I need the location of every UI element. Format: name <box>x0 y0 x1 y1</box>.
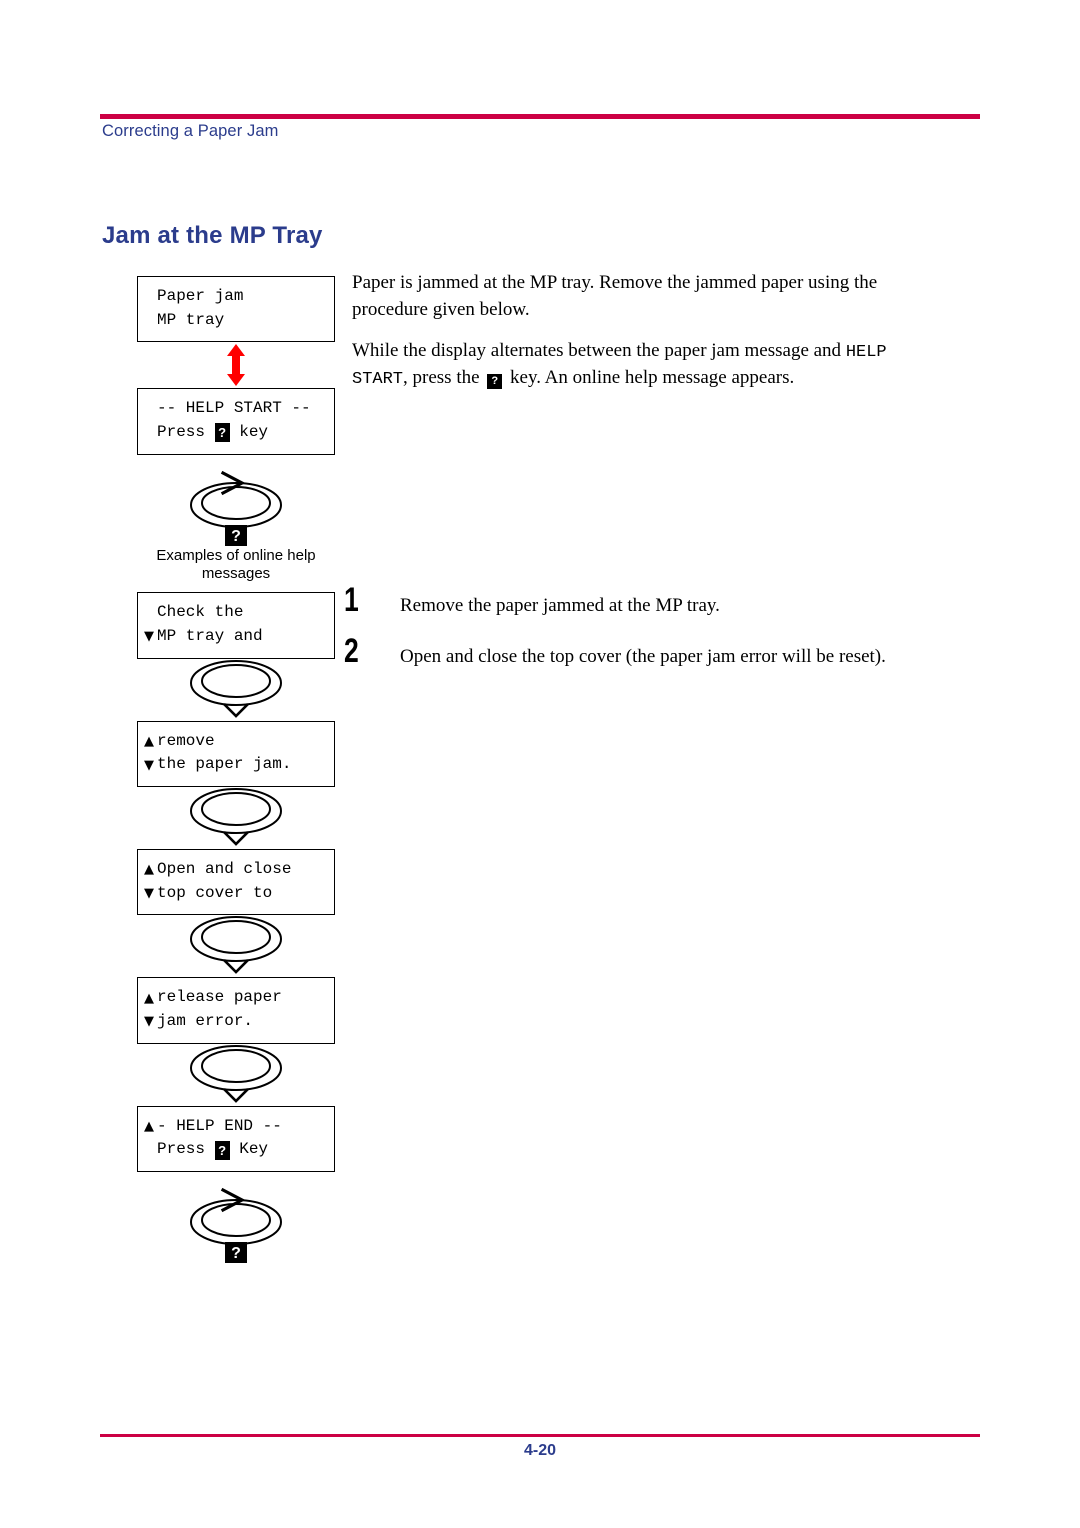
help-instruction-paragraph: While the display alternates between the… <box>352 338 952 392</box>
scroll-down-marker-icon: ▼ <box>144 629 154 645</box>
lcd-display-help-start: -- HELP START -- Press ? key <box>137 388 335 455</box>
key-button-icon: ? <box>190 1187 282 1263</box>
scroll-up-marker-icon: ▲ <box>144 1118 154 1134</box>
lcd-display-open-close-cover: ▲ Open and close ▼ top cover to <box>137 848 335 916</box>
page-number: 4-20 <box>523 1442 557 1459</box>
lcd-line: MP tray <box>138 309 334 333</box>
question-key-icon: ? <box>214 423 230 443</box>
step-item: 1 Remove the paper jammed at the MP tray… <box>344 581 964 619</box>
help-key-illustration: ? <box>137 1172 335 1264</box>
svg-text:?: ? <box>231 528 241 545</box>
next-message-key-illustration <box>137 1044 335 1106</box>
double-arrow-icon <box>227 344 245 387</box>
running-head: Correcting a Paper Jam <box>102 122 279 140</box>
next-message-key-illustration <box>137 915 335 977</box>
footer-rule <box>100 1434 980 1437</box>
lcd-line-text: Paper jam <box>157 287 244 305</box>
question-key-icon: ? <box>487 374 503 390</box>
scroll-down-marker-icon: ▼ <box>144 885 154 901</box>
lcd-line: Paper jam <box>138 285 334 309</box>
lcd-line: ▲ - HELP END -- <box>138 1115 334 1139</box>
svg-text:?: ? <box>231 1245 241 1262</box>
body-text-column: Paper is jammed at the MP tray. Remove t… <box>352 270 952 406</box>
lcd-line-prefix: Press <box>157 1140 215 1159</box>
lcd-line-text: Check the <box>157 603 244 622</box>
key-button-icon: ? <box>190 470 282 546</box>
lcd-line-text: jam error. <box>157 1011 254 1030</box>
scroll-up-marker-icon: ▲ <box>144 862 154 878</box>
lcd-line: Check the <box>138 601 334 625</box>
lcd-display-release-jam-error: ▲ release paper ▼ jam error. <box>137 977 335 1044</box>
key-button-icon <box>190 659 282 718</box>
lcd-line-suffix: Key <box>229 1140 269 1159</box>
lcd-display-help-end: ▲ - HELP END -- Press ? Key <box>137 1105 335 1172</box>
scroll-up-marker-icon: ▲ <box>144 990 154 1006</box>
lcd-line: ▼ top cover to <box>138 882 334 906</box>
lcd-line: -- HELP START -- <box>138 397 334 421</box>
lcd-line: ▲ release paper <box>138 986 334 1010</box>
step-item: 2 Open and close the top cover (the pape… <box>344 631 964 670</box>
lcd-line-text: release paper <box>157 988 282 1007</box>
scroll-up-marker-icon: ▲ <box>144 733 154 749</box>
lcd-line-text: remove <box>157 731 215 750</box>
help-message-flow-diagram: Paper jam MP tray -- HELP START -- Press… <box>137 276 337 1264</box>
lcd-line: Press ? key <box>138 421 334 445</box>
lcd-line: Press ? Key <box>138 1138 334 1162</box>
lcd-line-text: top cover to <box>157 883 273 902</box>
step-number: 1 <box>344 581 359 619</box>
help-instruction-part-2: , press the <box>403 367 485 389</box>
lcd-line-text: Open and close <box>157 859 292 878</box>
lcd-line-prefix: Press <box>157 423 215 442</box>
lcd-line: ▼ MP tray and <box>138 625 334 649</box>
lcd-line-text: - HELP END -- <box>157 1116 282 1135</box>
question-key-icon: ? <box>214 1140 230 1160</box>
help-instruction-part-1: While the display alternates between the… <box>352 339 846 361</box>
help-key-illustration: ? <box>137 455 335 547</box>
scroll-down-marker-icon: ▼ <box>144 1014 154 1030</box>
lcd-line: ▲ remove <box>138 730 334 754</box>
lcd-line-text: MP tray and <box>157 626 263 645</box>
next-message-key-illustration <box>137 787 335 849</box>
document-page: Correcting a Paper Jam Jam at the MP Tra… <box>0 0 1080 1528</box>
lcd-line: ▼ the paper jam. <box>138 753 334 777</box>
key-button-icon <box>190 916 282 975</box>
alternating-display-arrow <box>137 342 335 388</box>
lcd-line: ▼ jam error. <box>138 1010 334 1034</box>
next-message-key-illustration <box>137 659 335 721</box>
flow-caption: Examples of online help messages <box>156 546 316 583</box>
page-title: Jam at the MP Tray <box>102 222 323 249</box>
key-button-icon <box>190 787 282 846</box>
lcd-line-text: -- HELP START -- <box>157 399 311 418</box>
lcd-line: ▲ Open and close <box>138 858 334 882</box>
lcd-display-check-mp-tray: Check the ▼ MP tray and <box>137 592 335 659</box>
scroll-down-marker-icon: ▼ <box>144 757 154 773</box>
intro-paragraph: Paper is jammed at the MP tray. Remove t… <box>352 272 878 320</box>
header-rule <box>100 114 980 119</box>
lcd-display-paper-jam: Paper jam MP tray <box>137 276 335 343</box>
key-button-icon <box>190 1044 282 1103</box>
lcd-line-suffix: key <box>229 423 269 442</box>
help-instruction-part-3: key. An online help message appears. <box>505 367 795 389</box>
step-text: Open and close the top cover (the paper … <box>400 645 886 667</box>
lcd-line-text: the paper jam. <box>157 755 292 774</box>
lcd-display-remove-jam: ▲ remove ▼ the paper jam. <box>137 720 335 787</box>
procedure-steps: 1 Remove the paper jammed at the MP tray… <box>344 581 964 687</box>
lcd-line-text: MP tray <box>157 310 225 329</box>
step-text: Remove the paper jammed at the MP tray. <box>400 595 720 616</box>
step-number: 2 <box>344 631 359 670</box>
